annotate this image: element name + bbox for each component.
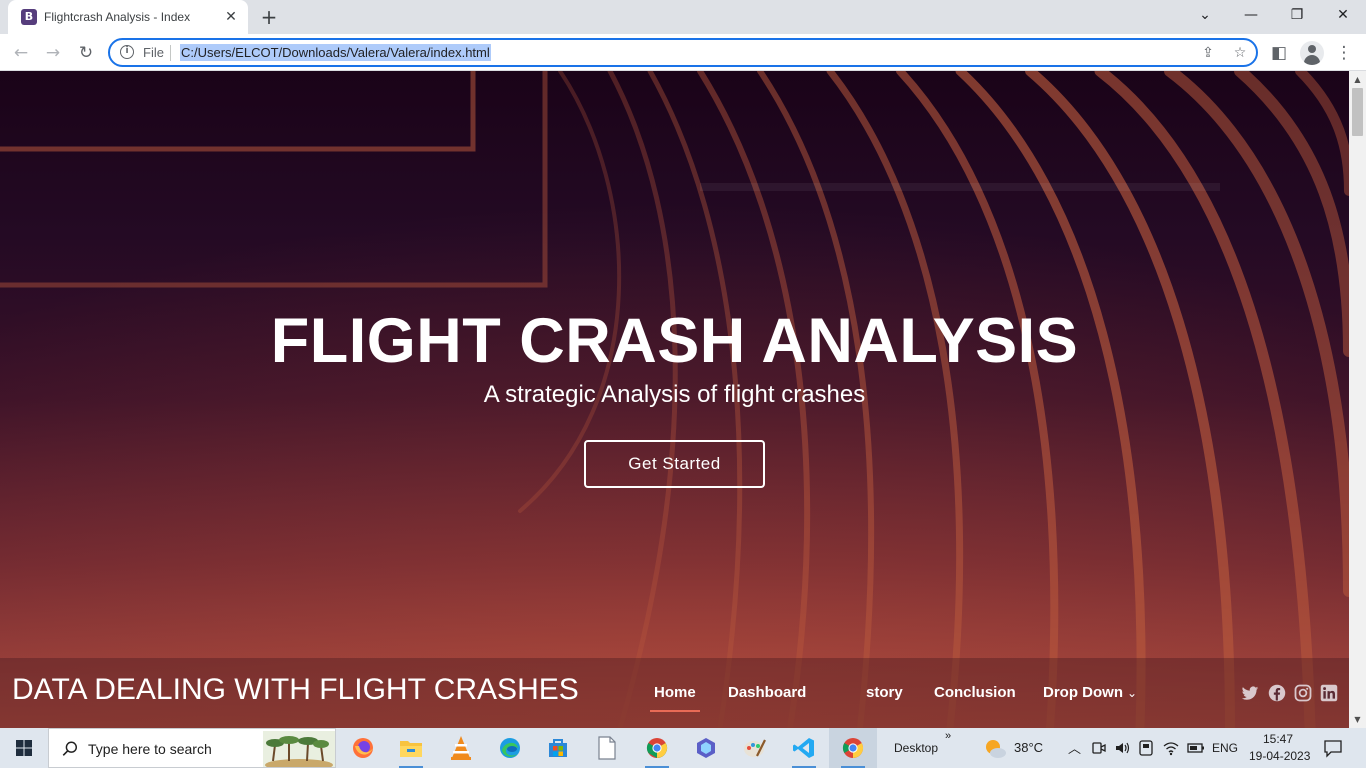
store-icon <box>549 739 567 757</box>
tab-title: Flightcrash Analysis - Index <box>44 10 191 24</box>
chevron-down-icon: ⌄ <box>1127 686 1138 700</box>
usb-device-icon[interactable] <box>1138 739 1154 757</box>
new-tab-icon[interactable]: + <box>258 6 280 28</box>
page-scrollbar[interactable]: ▲ ▼ <box>1349 71 1366 728</box>
hero-subtitle: A strategic Analysis of flight crashes <box>483 381 866 408</box>
clock-date[interactable]: 19-04-2023 <box>1249 749 1310 763</box>
paint-icon <box>744 739 766 757</box>
nav-dropdown-label: Drop Down <box>1043 684 1123 701</box>
taskbar-store[interactable] <box>534 728 582 768</box>
bookmark-star-icon[interactable]: ☆ <box>1230 43 1250 63</box>
page-viewport: FLIGHT CRASH ANALYSIS A strategic Analys… <box>0 71 1349 728</box>
tab-search-icon[interactable]: ⌄ <box>1182 0 1228 30</box>
side-panel-icon[interactable]: ◧ <box>1267 41 1291 65</box>
volume-icon[interactable] <box>1114 740 1130 756</box>
wifi-icon[interactable] <box>1163 740 1179 756</box>
restore-icon[interactable]: ❐ <box>1274 0 1320 30</box>
get-started-button[interactable]: Get Started <box>584 440 765 488</box>
weather-sun-icon[interactable] <box>983 737 1007 759</box>
scrollbar-thumb[interactable] <box>1352 88 1363 136</box>
minimize-icon[interactable]: — <box>1228 0 1274 30</box>
input-language[interactable]: ENG <box>1212 741 1238 755</box>
desktop-toolbar-label[interactable]: Desktop <box>894 741 938 755</box>
reload-icon[interactable]: ↻ <box>74 41 98 65</box>
forward-icon[interactable]: → <box>41 41 65 65</box>
chrome-icon <box>646 738 668 759</box>
taskbar-firefox[interactable] <box>339 728 387 768</box>
battery-icon[interactable] <box>1187 741 1205 755</box>
taskbar-chrome-active[interactable] <box>829 728 877 768</box>
taskbar-paint[interactable] <box>731 728 779 768</box>
url-text[interactable]: C:/Users/ELCOT/Downloads/Valera/Valera/i… <box>180 44 491 61</box>
taskbar-chrome[interactable] <box>633 728 681 768</box>
twitter-icon[interactable] <box>1241 684 1259 702</box>
file-explorer-icon <box>400 741 422 757</box>
bootstrap-favicon-icon: B <box>21 9 37 25</box>
search-icon <box>62 741 78 756</box>
nav-conclusion[interactable]: Conclusion <box>934 684 1016 701</box>
nav-dashboard[interactable]: Dashboard <box>728 684 806 701</box>
taskbar-notepad[interactable] <box>583 728 631 768</box>
copilot-icon <box>697 738 715 758</box>
notepad-icon <box>598 736 616 760</box>
scroll-down-icon[interactable]: ▼ <box>1349 711 1366 728</box>
firefox-icon <box>353 738 373 758</box>
scroll-up-icon[interactable]: ▲ <box>1349 71 1366 88</box>
address-bar[interactable]: i File C:/Users/ELCOT/Downloads/Valera/V… <box>108 38 1258 67</box>
taskbar-edge[interactable] <box>486 728 534 768</box>
search-highlight-illustration <box>263 731 335 767</box>
browser-toolbar: ← → ↻ i File C:/Users/ELCOT/Downloads/Va… <box>0 34 1366 71</box>
taskbar-copilot[interactable] <box>682 728 730 768</box>
windows-taskbar: Type here to search Desktop » 38°C ︿ ENG… <box>0 728 1366 768</box>
site-header: DATA DEALING WITH FLIGHT CRASHES Home Da… <box>0 658 1349 728</box>
profile-avatar-icon[interactable] <box>1300 41 1324 65</box>
chrome-icon <box>842 738 864 759</box>
address-divider <box>170 45 171 61</box>
instagram-icon[interactable] <box>1294 684 1312 702</box>
close-window-icon[interactable]: ✕ <box>1320 0 1366 30</box>
weather-temperature[interactable]: 38°C <box>1014 740 1043 755</box>
toolbar-expand-icon[interactable]: » <box>945 730 951 742</box>
clock-time[interactable]: 15:47 <box>1263 732 1293 746</box>
share-icon[interactable]: ⇪ <box>1198 43 1218 63</box>
taskbar-file-explorer[interactable] <box>387 728 435 768</box>
nav-home[interactable]: Home <box>650 684 700 712</box>
search-placeholder: Type here to search <box>88 741 212 757</box>
nav-dropdown[interactable]: Drop Down ⌄ <box>1043 684 1137 701</box>
hero-title: FLIGHT CRASH ANALYSIS <box>270 306 1079 376</box>
menu-kebab-icon[interactable]: ⋮ <box>1332 41 1356 65</box>
url-scheme-label: File <box>143 45 164 60</box>
linkedin-icon[interactable] <box>1320 684 1338 702</box>
vlc-icon <box>451 736 471 760</box>
browser-tab[interactable]: B Flightcrash Analysis - Index ✕ <box>8 0 248 34</box>
edge-icon <box>500 738 520 758</box>
vscode-icon <box>793 738 814 758</box>
taskbar-search-box[interactable]: Type here to search <box>48 728 336 768</box>
tray-overflow-icon[interactable]: ︿ <box>1068 738 1081 757</box>
browser-tabstrip: B Flightcrash Analysis - Index ✕ + ⌄ — ❐… <box>0 0 1366 34</box>
back-icon[interactable]: ← <box>9 41 33 65</box>
tab-close-icon[interactable]: ✕ <box>222 8 240 26</box>
windows-start-icon[interactable] <box>0 728 48 768</box>
taskbar-vscode[interactable] <box>780 728 828 768</box>
site-logo[interactable]: DATA DEALING WITH FLIGHT CRASHES <box>12 673 579 707</box>
taskbar-vlc[interactable] <box>437 728 485 768</box>
site-info-icon[interactable]: i <box>120 45 134 59</box>
notification-center-icon[interactable] <box>1323 738 1343 758</box>
facebook-icon[interactable] <box>1268 684 1286 702</box>
nav-story[interactable]: story <box>866 684 903 701</box>
meet-now-icon[interactable] <box>1092 740 1106 756</box>
